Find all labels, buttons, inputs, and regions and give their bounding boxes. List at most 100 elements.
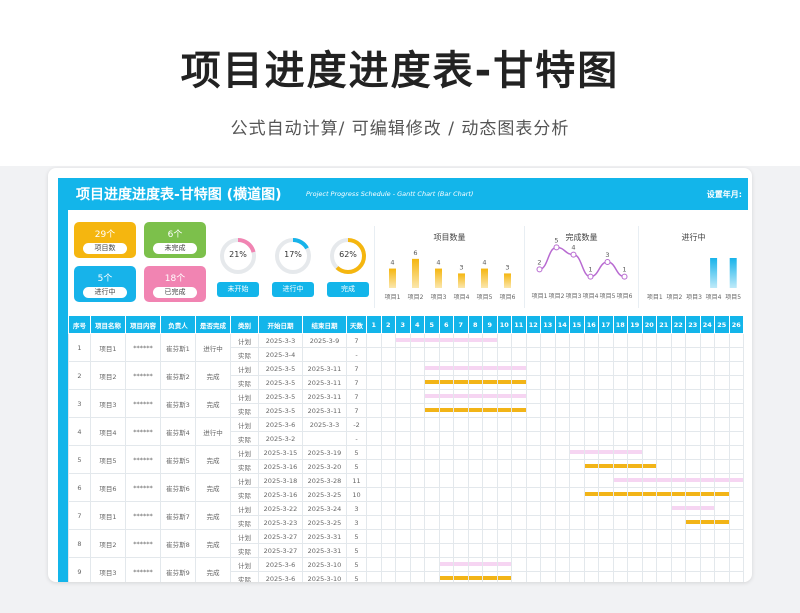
gantt-cell: [395, 333, 411, 348]
gantt-cell: [409, 445, 425, 460]
column-header: 项目内容: [125, 315, 161, 334]
gantt-cell: [424, 543, 440, 558]
gantt-cell: [685, 529, 701, 544]
project-content: ******: [125, 529, 161, 558]
start-date: 2025-3-3: [258, 333, 303, 348]
plan-bar: [468, 366, 482, 370]
gantt-cell: [467, 501, 483, 516]
gantt-cell: [438, 473, 454, 488]
row-type: 实际: [230, 515, 259, 530]
duration-days: 5: [346, 543, 367, 558]
gantt-cell: [511, 417, 527, 432]
gantt-cell: [380, 529, 396, 544]
data-label: 6: [413, 249, 417, 257]
gantt-cell: [627, 389, 643, 404]
owner: 崔芬斯1: [160, 333, 196, 362]
gantt-cell: [438, 543, 454, 558]
status-button[interactable]: 未开始: [217, 282, 259, 297]
gantt-cell: [583, 417, 599, 432]
gantt-cell: [699, 361, 715, 376]
gantt-cell: [467, 529, 483, 544]
gantt-cell: [540, 347, 556, 362]
gantt-cell: [380, 543, 396, 558]
column-header: 开始日期: [258, 315, 303, 334]
gantt-cell: [641, 487, 657, 502]
end-date: 2025-3-11: [302, 403, 347, 418]
gantt-cell: [714, 543, 730, 558]
gantt-cell: [467, 403, 483, 418]
row-type: 计划: [230, 473, 259, 488]
data-label: 4: [390, 259, 394, 267]
duration-days: -2: [346, 417, 367, 432]
bar-mark: [435, 268, 442, 288]
duration-days: -: [346, 347, 367, 362]
gantt-cell: [380, 501, 396, 516]
column-header: 序号: [68, 315, 91, 334]
gantt-cell: [670, 445, 686, 460]
gantt-cell: [699, 417, 715, 432]
gantt-cell: [569, 445, 585, 460]
page-subtitle: 公式自动计算/ 可编辑修改 / 动态图表分析: [230, 119, 570, 139]
gantt-cell: [496, 529, 512, 544]
gantt-cell: [467, 431, 483, 446]
gantt-cell: [496, 389, 512, 404]
gantt-cell: [699, 515, 715, 530]
gantt-cell: [525, 333, 541, 348]
gantt-cell: [612, 389, 628, 404]
gantt-cell: [395, 487, 411, 502]
actual-bar: [468, 380, 482, 384]
gantt-cell: [641, 375, 657, 390]
tick-label: 项目3: [431, 294, 447, 301]
gantt-cell: [366, 557, 382, 572]
duration-days: 5: [346, 529, 367, 544]
gantt-cell: [424, 431, 440, 446]
gantt-cell: [699, 431, 715, 446]
gantt-cell: [424, 403, 440, 418]
gantt-cell: [699, 473, 715, 488]
gantt-cell: [453, 529, 469, 544]
row-number: 9: [68, 557, 91, 582]
gantt-cell: [453, 557, 469, 572]
gantt-cell: [424, 347, 440, 362]
duration-days: 7: [346, 333, 367, 348]
gantt-cell: [656, 473, 672, 488]
gantt-cell: [714, 417, 730, 432]
gantt-cell: [496, 515, 512, 530]
gantt-cell: [467, 333, 483, 348]
gantt-cell: [612, 361, 628, 376]
row-number: 8: [68, 529, 91, 558]
gantt-cell: [612, 557, 628, 572]
status-button[interactable]: 进行中: [272, 282, 314, 297]
end-date: [302, 347, 347, 362]
gantt-cell: [627, 515, 643, 530]
gantt-cell: [366, 431, 382, 446]
gantt-cell: [511, 361, 527, 376]
completion-status: 完成: [195, 501, 231, 530]
tick-label: 项目4: [583, 293, 599, 300]
gantt-cell: [409, 431, 425, 446]
gantt-cell: [699, 529, 715, 544]
gantt-cell: [714, 333, 730, 348]
gantt-cell: [366, 543, 382, 558]
tick-label: 项目1: [385, 294, 401, 301]
bar-mark: [710, 258, 718, 288]
gantt-cell: [540, 333, 556, 348]
gantt-cell: [656, 515, 672, 530]
gantt-cell: [714, 529, 730, 544]
row-type: 计划: [230, 501, 259, 516]
gantt-cell: [540, 501, 556, 516]
gantt-cell: [366, 515, 382, 530]
actual-bar: [715, 520, 729, 524]
gantt-cell: [380, 417, 396, 432]
row-type: 计划: [230, 361, 259, 376]
status-button[interactable]: 完成: [327, 282, 369, 297]
gantt-cell: [728, 459, 744, 474]
gantt-cell: [482, 473, 498, 488]
gantt-cell: [612, 515, 628, 530]
duration-days: 5: [346, 571, 367, 582]
duration-days: 7: [346, 389, 367, 404]
data-label: 4: [436, 259, 440, 267]
gantt-cell: [569, 333, 585, 348]
plan-bar: [439, 338, 453, 342]
gantt-cell: [424, 571, 440, 582]
